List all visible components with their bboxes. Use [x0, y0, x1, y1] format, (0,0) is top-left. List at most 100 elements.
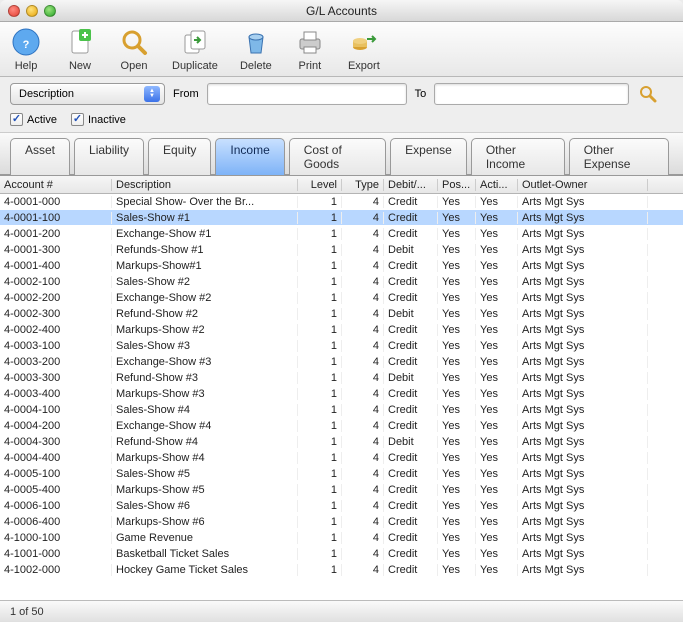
- duplicate-button[interactable]: Duplicate: [172, 26, 218, 72]
- table-row[interactable]: 4-1000-100Game Revenue14CreditYesYesArts…: [0, 530, 683, 546]
- table-row[interactable]: 4-0004-100Sales-Show #414CreditYesYesArt…: [0, 402, 683, 418]
- table-row[interactable]: 4-0002-100Sales-Show #214CreditYesYesArt…: [0, 274, 683, 290]
- cell: Debit: [384, 372, 438, 384]
- table-row[interactable]: 4-0003-400Markups-Show #314CreditYesYesA…: [0, 386, 683, 402]
- open-button[interactable]: Open: [118, 26, 150, 72]
- cell: 1: [298, 276, 342, 288]
- cell: 1: [298, 260, 342, 272]
- cell: Yes: [476, 436, 518, 448]
- column-header[interactable]: Account #: [0, 179, 112, 191]
- table-row[interactable]: 4-0001-000Special Show- Over the Br...14…: [0, 194, 683, 210]
- cell: Yes: [476, 484, 518, 496]
- cell: 4: [342, 196, 384, 208]
- table-row[interactable]: 4-0003-100Sales-Show #314CreditYesYesArt…: [0, 338, 683, 354]
- delete-button[interactable]: Delete: [240, 26, 272, 72]
- cell: 4: [342, 356, 384, 368]
- checkbox-icon: ✓: [10, 113, 23, 126]
- table-row[interactable]: 4-0001-100Sales-Show #114CreditYesYesArt…: [0, 210, 683, 226]
- table-row[interactable]: 4-0002-300Refund-Show #214DebitYesYesArt…: [0, 306, 683, 322]
- table-row[interactable]: 4-0002-200Exchange-Show #214CreditYesYes…: [0, 290, 683, 306]
- cell: 1: [298, 324, 342, 336]
- column-header[interactable]: Description: [112, 179, 298, 191]
- cell: Credit: [384, 484, 438, 496]
- tab-income[interactable]: Income: [215, 138, 284, 175]
- cell: 4: [342, 468, 384, 480]
- cell: 4: [342, 324, 384, 336]
- tab-cost-of-goods[interactable]: Cost of Goods: [289, 138, 386, 175]
- table-row[interactable]: 4-0001-300Refunds-Show #114DebitYesYesAr…: [0, 242, 683, 258]
- cell: Exchange-Show #3: [112, 356, 298, 368]
- export-button[interactable]: Export: [348, 26, 380, 72]
- print-button[interactable]: Print: [294, 26, 326, 72]
- cell: Debit: [384, 244, 438, 256]
- column-header[interactable]: Pos...: [438, 179, 476, 191]
- column-header[interactable]: Debit/...: [384, 179, 438, 191]
- column-header[interactable]: Acti...: [476, 179, 518, 191]
- cell: Yes: [438, 500, 476, 512]
- table-row[interactable]: 4-0004-200Exchange-Show #414CreditYesYes…: [0, 418, 683, 434]
- cell: 4: [342, 244, 384, 256]
- tab-other-income[interactable]: Other Income: [471, 138, 565, 175]
- cell: Credit: [384, 324, 438, 336]
- search-button[interactable]: [637, 83, 659, 105]
- table-row[interactable]: 4-0006-400Markups-Show #614CreditYesYesA…: [0, 514, 683, 530]
- table-row[interactable]: 4-0005-400Markups-Show #514CreditYesYesA…: [0, 482, 683, 498]
- table-body[interactable]: 4-0001-000Special Show- Over the Br...14…: [0, 194, 683, 601]
- cell: 4-0001-400: [0, 260, 112, 272]
- from-input[interactable]: [207, 83, 407, 105]
- active-checkbox[interactable]: ✓ Active: [10, 113, 57, 126]
- cell: Credit: [384, 420, 438, 432]
- title-bar: G/L Accounts: [0, 0, 683, 22]
- zoom-button[interactable]: [44, 5, 56, 17]
- cell: Debit: [384, 436, 438, 448]
- new-button[interactable]: New: [64, 26, 96, 72]
- table-row[interactable]: 4-0001-200Exchange-Show #114CreditYesYes…: [0, 226, 683, 242]
- tab-equity[interactable]: Equity: [148, 138, 211, 175]
- cell: Arts Mgt Sys: [518, 388, 648, 400]
- help-icon: ?: [10, 26, 42, 58]
- tab-expense[interactable]: Expense: [390, 138, 467, 175]
- cell: 1: [298, 436, 342, 448]
- table-row[interactable]: 4-0004-300Refund-Show #414DebitYesYesArt…: [0, 434, 683, 450]
- cell: 4-0002-200: [0, 292, 112, 304]
- cell: Yes: [476, 532, 518, 544]
- table-row[interactable]: 4-1001-000Basketball Ticket Sales14Credi…: [0, 546, 683, 562]
- cell: Yes: [438, 484, 476, 496]
- column-header[interactable]: Level: [298, 179, 342, 191]
- cell: Credit: [384, 564, 438, 576]
- cell: 4-0006-100: [0, 500, 112, 512]
- tab-liability[interactable]: Liability: [74, 138, 144, 175]
- cell: 4: [342, 340, 384, 352]
- filter-field-select[interactable]: Description ▲▼: [10, 83, 165, 105]
- column-header[interactable]: Type: [342, 179, 384, 191]
- table-row[interactable]: 4-1002-000Hockey Game Ticket Sales14Cred…: [0, 562, 683, 578]
- cell: 1: [298, 564, 342, 576]
- cell: Sales-Show #1: [112, 212, 298, 224]
- inactive-checkbox[interactable]: ✓ Inactive: [71, 113, 126, 126]
- to-input[interactable]: [434, 83, 629, 105]
- column-header[interactable]: Outlet-Owner: [518, 179, 648, 191]
- cell: Debit: [384, 308, 438, 320]
- table-row[interactable]: 4-0001-400Markups-Show#114CreditYesYesAr…: [0, 258, 683, 274]
- cell: Yes: [476, 516, 518, 528]
- table-row[interactable]: 4-0005-100Sales-Show #514CreditYesYesArt…: [0, 466, 683, 482]
- tab-other-expense[interactable]: Other Expense: [569, 138, 669, 175]
- table-row[interactable]: 4-0004-400Markups-Show #414CreditYesYesA…: [0, 450, 683, 466]
- table-row[interactable]: 4-0002-400Markups-Show #214CreditYesYesA…: [0, 322, 683, 338]
- inactive-label: Inactive: [88, 114, 126, 126]
- from-label: From: [173, 88, 199, 100]
- cell: Yes: [438, 308, 476, 320]
- table-row[interactable]: 4-0003-300Refund-Show #314DebitYesYesArt…: [0, 370, 683, 386]
- cell: 4-0006-400: [0, 516, 112, 528]
- cell: Yes: [438, 260, 476, 272]
- close-button[interactable]: [8, 5, 20, 17]
- tab-asset[interactable]: Asset: [10, 138, 70, 175]
- table-row[interactable]: 4-0006-100Sales-Show #614CreditYesYesArt…: [0, 498, 683, 514]
- minimize-button[interactable]: [26, 5, 38, 17]
- help-button[interactable]: ? Help: [10, 26, 42, 72]
- cell: Sales-Show #6: [112, 500, 298, 512]
- table-row[interactable]: 4-0003-200Exchange-Show #314CreditYesYes…: [0, 354, 683, 370]
- cell: Arts Mgt Sys: [518, 356, 648, 368]
- cell: 4-0004-300: [0, 436, 112, 448]
- cell: Credit: [384, 532, 438, 544]
